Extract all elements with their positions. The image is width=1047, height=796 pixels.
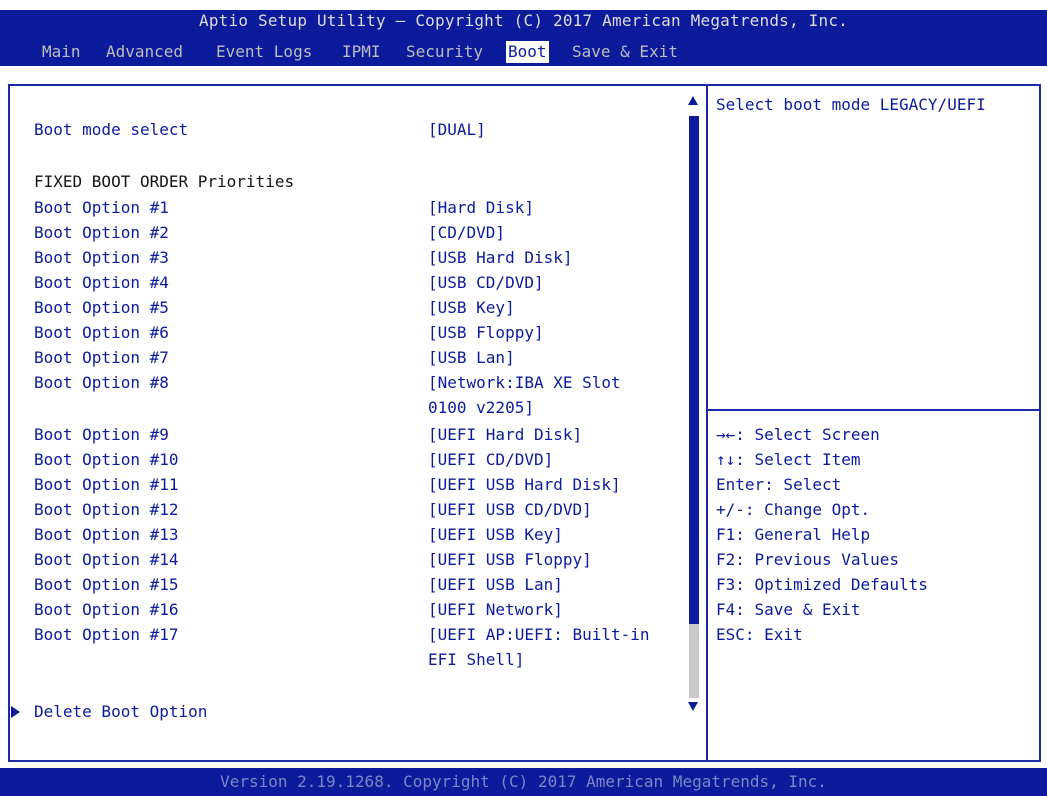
key-help-item: F4: Save & Exit bbox=[716, 600, 861, 619]
panel-divider bbox=[706, 84, 708, 762]
boot-option-value[interactable]: [USB Floppy] bbox=[428, 321, 544, 345]
boot-option-label[interactable]: Boot Option #6 bbox=[34, 321, 169, 345]
boot-option-label[interactable]: Boot Option #1 bbox=[34, 196, 169, 220]
tab-ipmi[interactable]: IPMI bbox=[340, 41, 383, 63]
boot-mode-label[interactable]: Boot mode select bbox=[34, 118, 188, 142]
boot-option-value[interactable]: [UEFI USB Hard Disk] bbox=[428, 473, 621, 497]
scrollbar-thumb[interactable] bbox=[689, 116, 699, 624]
boot-option-label[interactable]: Boot Option #16 bbox=[34, 598, 179, 622]
scrollbar-track[interactable] bbox=[689, 624, 699, 698]
boot-option-value[interactable]: [UEFI USB Floppy] bbox=[428, 548, 592, 572]
submenu-arrow-icon bbox=[11, 706, 20, 718]
boot-option-value[interactable]: [Hard Disk] bbox=[428, 196, 534, 220]
boot-option-label[interactable]: Boot Option #3 bbox=[34, 246, 169, 270]
help-divider bbox=[708, 409, 1041, 411]
boot-option-value[interactable]: [USB Lan] bbox=[428, 346, 515, 370]
tab-advanced[interactable]: Advanced bbox=[104, 41, 185, 63]
boot-option-label[interactable]: Boot Option #2 bbox=[34, 221, 169, 245]
tab-save-exit[interactable]: Save & Exit bbox=[570, 41, 680, 63]
key-help-item: F2: Previous Values bbox=[716, 550, 900, 569]
key-help-item: F1: General Help bbox=[716, 525, 871, 544]
tab-security[interactable]: Security bbox=[404, 41, 485, 63]
footer-version: Version 2.19.1268. Copyright (C) 2017 Am… bbox=[0, 768, 1047, 796]
boot-option-label[interactable]: Boot Option #12 bbox=[34, 498, 179, 522]
boot-option-value[interactable]: [USB Hard Disk] bbox=[428, 246, 573, 270]
boot-option-value[interactable]: [UEFI AP:UEFI: Built-in bbox=[428, 623, 650, 647]
tab-event-logs[interactable]: Event Logs bbox=[214, 41, 314, 63]
tab-main[interactable]: Main bbox=[40, 41, 83, 63]
boot-option-label[interactable]: Boot Option #9 bbox=[34, 423, 169, 447]
scroll-down-arrow-icon[interactable] bbox=[688, 702, 698, 711]
boot-option-label[interactable]: Boot Option #11 bbox=[34, 473, 179, 497]
boot-option-value[interactable]: [USB Key] bbox=[428, 296, 515, 320]
boot-option-label[interactable]: Boot Option #13 bbox=[34, 523, 179, 547]
boot-option-label[interactable]: Boot Option #10 bbox=[34, 448, 179, 472]
boot-option-label[interactable]: Boot Option #7 bbox=[34, 346, 169, 370]
boot-option-label[interactable]: Boot Option #15 bbox=[34, 573, 179, 597]
boot-option-value[interactable]: [UEFI CD/DVD] bbox=[428, 448, 553, 472]
boot-option-label[interactable]: Boot Option #17 bbox=[34, 623, 179, 647]
scroll-up-arrow-icon[interactable] bbox=[688, 96, 698, 105]
boot-option-label[interactable]: Boot Option #14 bbox=[34, 548, 179, 572]
boot-option-label[interactable]: Boot Option #4 bbox=[34, 271, 169, 295]
app-title: Aptio Setup Utility – Copyright (C) 2017… bbox=[199, 11, 848, 30]
key-help-item: ESC: Exit bbox=[716, 625, 803, 644]
key-help-item: ↑↓: Select Item bbox=[716, 450, 861, 469]
boot-mode-value[interactable]: [DUAL] bbox=[428, 118, 486, 142]
key-help-item: F3: Optimized Defaults bbox=[716, 575, 928, 594]
boot-option-value[interactable]: [UEFI USB CD/DVD] bbox=[428, 498, 592, 522]
boot-option-value[interactable]: [CD/DVD] bbox=[428, 221, 505, 245]
boot-option-value[interactable]: [Network:IBA XE Slot bbox=[428, 371, 621, 395]
boot-option-value[interactable]: [UEFI USB Lan] bbox=[428, 573, 563, 597]
help-text: Select boot mode LEGACY/UEFI bbox=[716, 95, 986, 114]
boot-option-value[interactable]: [UEFI USB Key] bbox=[428, 523, 563, 547]
boot-option-label[interactable]: Boot Option #8 bbox=[34, 371, 169, 395]
boot-option-value-cont[interactable]: EFI Shell] bbox=[428, 648, 524, 672]
key-help-item: Enter: Select bbox=[716, 475, 842, 494]
boot-option-label[interactable]: Boot Option #5 bbox=[34, 296, 169, 320]
delete-boot-option-submenu[interactable]: Delete Boot Option bbox=[34, 700, 207, 724]
boot-option-value[interactable]: [USB CD/DVD] bbox=[428, 271, 544, 295]
boot-option-value[interactable]: [UEFI Hard Disk] bbox=[428, 423, 582, 447]
section-header: FIXED BOOT ORDER Priorities bbox=[34, 172, 295, 191]
tab-boot[interactable]: Boot bbox=[506, 41, 549, 63]
key-help-item: →←: Select Screen bbox=[716, 425, 880, 444]
boot-option-value-cont[interactable]: 0100 v2205] bbox=[428, 396, 534, 420]
key-help-item: +/-: Change Opt. bbox=[716, 500, 871, 519]
boot-option-value[interactable]: [UEFI Network] bbox=[428, 598, 563, 622]
